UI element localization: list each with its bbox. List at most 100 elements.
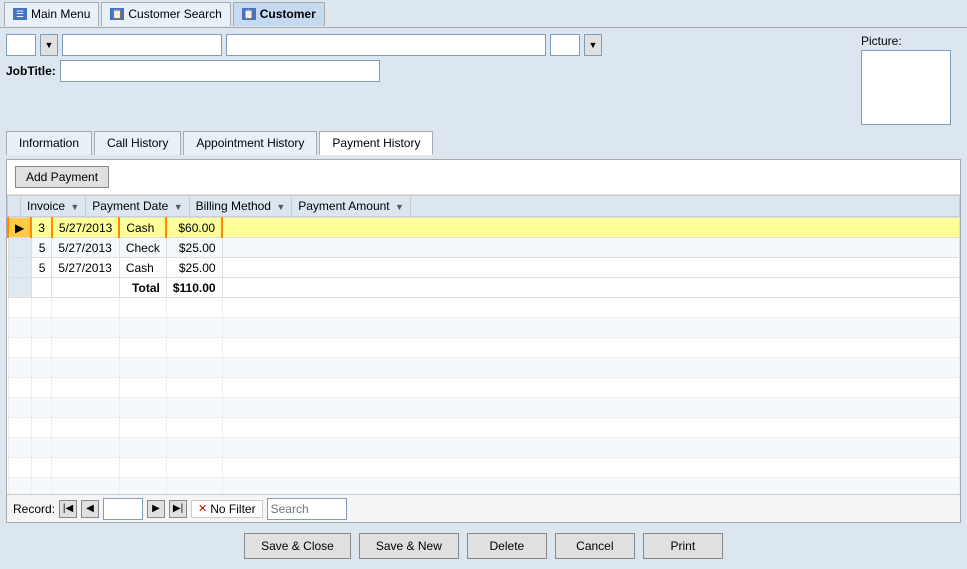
header-billing-method[interactable]: Billing Method ▼ xyxy=(189,196,292,217)
nav-first-btn[interactable]: |◀ xyxy=(59,500,77,518)
picture-box[interactable] xyxy=(861,50,951,125)
payment-data-table: ▶ 3 5/27/2013 Cash $60.00 5 5/27/2013 xyxy=(7,217,960,494)
cell-amount: $25.00 xyxy=(166,258,222,278)
grid-scroll[interactable]: ▶ 3 5/27/2013 Cash $60.00 5 5/27/2013 xyxy=(7,217,960,494)
tab-customer[interactable]: 📋 Customer xyxy=(233,2,325,26)
cancel-button[interactable]: Cancel xyxy=(555,533,635,559)
tab-main-menu-label: Main Menu xyxy=(31,7,90,21)
cell-invoice: 5 xyxy=(31,238,52,258)
total-extra xyxy=(222,278,959,298)
total-row: Total $110.00 xyxy=(8,278,960,298)
prefix-field[interactable] xyxy=(6,34,36,56)
table-row[interactable]: 5 5/27/2013 Cash $25.00 xyxy=(8,258,960,278)
main-menu-icon: ☰ xyxy=(13,8,27,20)
save-new-button[interactable]: Save & New xyxy=(359,533,459,559)
total-empty xyxy=(31,278,52,298)
cell-paydate: 5/27/2013 xyxy=(52,218,119,238)
cell-invoice: 5 xyxy=(31,258,52,278)
no-filter-label: No Filter xyxy=(210,502,255,516)
customer-name-row: ▼ Test Customer ▼ xyxy=(6,34,855,56)
header-invoice[interactable]: Invoice ▼ xyxy=(21,196,86,217)
record-search-input[interactable] xyxy=(267,498,347,520)
cell-billing: Cash xyxy=(119,218,166,238)
cell-amount: $60.00 xyxy=(166,218,222,238)
tab-appointment-history-label: Appointment History xyxy=(196,136,304,150)
header-marker xyxy=(8,196,21,217)
empty-row xyxy=(8,358,960,378)
header-payment-amount[interactable]: Payment Amount ▼ xyxy=(292,196,411,217)
print-button[interactable]: Print xyxy=(643,533,723,559)
no-filter-badge[interactable]: ✕ No Filter xyxy=(191,500,263,518)
empty-row xyxy=(8,378,960,398)
save-close-button[interactable]: Save & Close xyxy=(244,533,351,559)
first-name-field[interactable]: Test xyxy=(62,34,222,56)
tab-customer-label: Customer xyxy=(260,7,316,21)
prefix-dropdown-btn[interactable]: ▼ xyxy=(40,34,58,56)
jobtitle-row: JobTitle: xyxy=(6,60,855,82)
tab-payment-history-label: Payment History xyxy=(332,136,420,150)
tab-main-menu[interactable]: ☰ Main Menu xyxy=(4,2,99,26)
cell-amount: $25.00 xyxy=(166,238,222,258)
record-label: Record: xyxy=(13,502,55,516)
nav-prev-btn[interactable]: ◀ xyxy=(81,500,99,518)
row-marker: ▶ xyxy=(8,218,31,238)
tab-customer-search-label: Customer Search xyxy=(128,7,221,21)
paydate-sort-icon: ▼ xyxy=(174,202,183,212)
total-empty2 xyxy=(52,278,119,298)
tab-call-history-label: Call History xyxy=(107,136,168,150)
grid-body: ▶ 3 5/27/2013 Cash $60.00 5 5/27/2013 xyxy=(8,218,960,495)
suffix-dropdown-btn[interactable]: ▼ xyxy=(584,34,602,56)
jobtitle-field[interactable] xyxy=(60,60,380,82)
amount-sort-icon: ▼ xyxy=(395,202,404,212)
row-marker xyxy=(8,278,31,298)
cell-extra xyxy=(222,238,959,258)
empty-row xyxy=(8,398,960,418)
picture-label: Picture: xyxy=(861,34,902,48)
filter-x-icon: ✕ xyxy=(198,502,207,515)
cell-billing: Check xyxy=(119,238,166,258)
total-amount: $110.00 xyxy=(166,278,222,298)
delete-button[interactable]: Delete xyxy=(467,533,547,559)
header-extra xyxy=(410,196,959,217)
tab-customer-search[interactable]: 📋 Customer Search xyxy=(101,2,230,26)
header-payment-date[interactable]: Payment Date ▼ xyxy=(86,196,189,217)
record-nav: Record: |◀ ◀ ▶ ▶| ✕ No Filter xyxy=(7,494,960,522)
tab-call-history[interactable]: Call History xyxy=(94,131,181,155)
empty-row xyxy=(8,438,960,458)
action-buttons: Save & Close Save & New Delete Cancel Pr… xyxy=(6,527,961,563)
total-label: Total xyxy=(119,278,166,298)
add-payment-button[interactable]: Add Payment xyxy=(15,166,109,188)
nav-last-btn[interactable]: ▶| xyxy=(169,500,187,518)
suffix-field[interactable] xyxy=(550,34,580,56)
customer-icon: 📋 xyxy=(242,8,256,20)
row-marker xyxy=(8,258,31,278)
customer-fields: ▼ Test Customer ▼ JobTitle: xyxy=(6,34,855,82)
payment-table: Invoice ▼ Payment Date ▼ Billing Method … xyxy=(7,195,960,217)
table-row[interactable]: ▶ 3 5/27/2013 Cash $60.00 xyxy=(8,218,960,238)
cell-paydate: 5/27/2013 xyxy=(52,258,119,278)
tab-information[interactable]: Information xyxy=(6,131,92,155)
customer-search-icon: 📋 xyxy=(110,8,124,20)
last-name-field[interactable]: Customer xyxy=(226,34,546,56)
tab-content: Add Payment Invoice ▼ Payment Date ▼ xyxy=(6,159,961,523)
tab-payment-history[interactable]: Payment History xyxy=(319,131,433,155)
row-marker xyxy=(8,238,31,258)
tabs-row: Information Call History Appointment His… xyxy=(6,131,961,155)
customer-header: ▼ Test Customer ▼ JobTitle: Picture: xyxy=(6,34,961,125)
empty-row xyxy=(8,318,960,338)
empty-row xyxy=(8,458,960,478)
empty-row xyxy=(8,478,960,495)
nav-next-btn[interactable]: ▶ xyxy=(147,500,165,518)
picture-area: Picture: xyxy=(861,34,961,125)
grid-header: Invoice ▼ Payment Date ▼ Billing Method … xyxy=(8,196,960,217)
payment-grid: Invoice ▼ Payment Date ▼ Billing Method … xyxy=(7,195,960,522)
table-row[interactable]: 5 5/27/2013 Check $25.00 xyxy=(8,238,960,258)
empty-row xyxy=(8,298,960,318)
empty-row xyxy=(8,418,960,438)
tab-appointment-history[interactable]: Appointment History xyxy=(183,131,317,155)
cell-extra xyxy=(222,258,959,278)
cell-extra xyxy=(222,218,959,238)
invoice-sort-icon: ▼ xyxy=(70,202,79,212)
record-position-input[interactable] xyxy=(103,498,143,520)
main-container: ▼ Test Customer ▼ JobTitle: Picture: Inf… xyxy=(0,28,967,569)
